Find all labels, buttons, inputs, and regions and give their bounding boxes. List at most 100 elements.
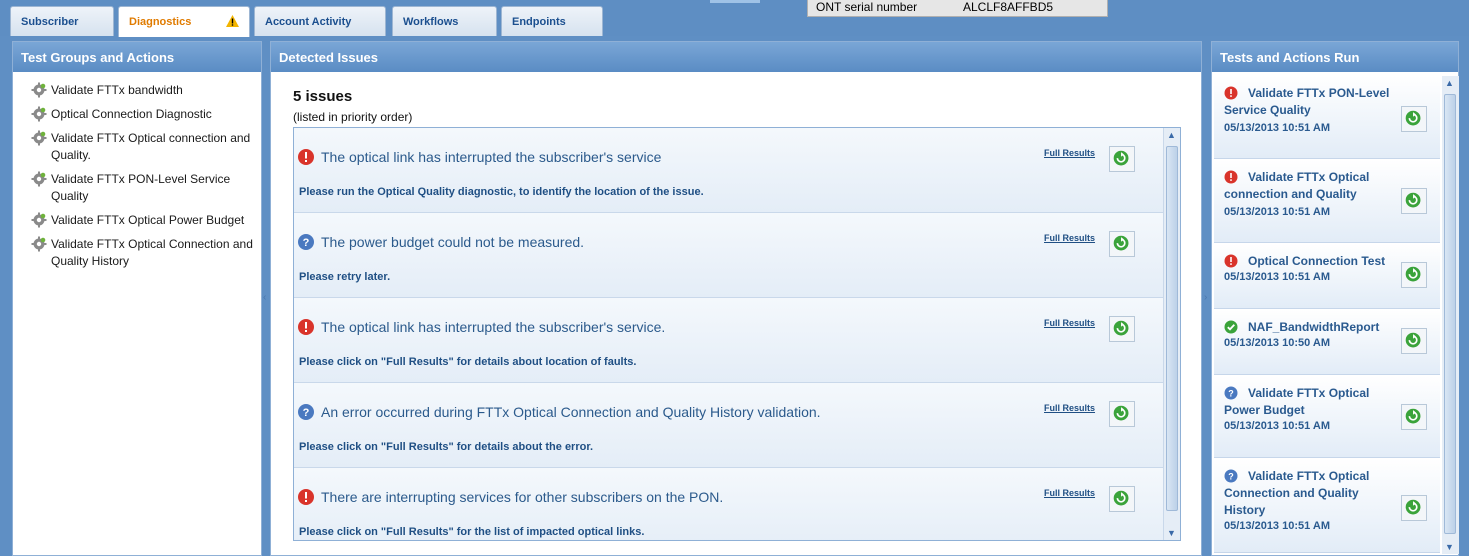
issue-title: There are interrupting services for othe… bbox=[321, 489, 724, 505]
refresh-icon bbox=[1405, 266, 1421, 282]
tab-label: Subscriber bbox=[21, 16, 79, 28]
issues-list: The optical link has interrupted the sub… bbox=[293, 127, 1181, 541]
issues-subtitle: (listed in priority order) bbox=[293, 110, 413, 124]
run-item[interactable]: NAF_BandwidthReport 05/13/2013 10:50 AM bbox=[1214, 310, 1440, 375]
refresh-icon bbox=[1113, 490, 1129, 506]
tab-subscriber[interactable]: Subscriber bbox=[10, 6, 114, 36]
panel-title: Test Groups and Actions bbox=[13, 42, 261, 72]
question-icon: ? bbox=[298, 404, 314, 420]
run-item[interactable]: ? Validate FTTx Optical Power Budget 05/… bbox=[1214, 376, 1440, 458]
run-item[interactable]: Optical Connection Test 05/13/2013 10:51… bbox=[1214, 244, 1440, 309]
rerun-button[interactable] bbox=[1109, 146, 1135, 172]
issue-description: Please click on "Full Results" for the l… bbox=[299, 526, 645, 538]
full-results-link[interactable]: Full Results bbox=[1044, 488, 1095, 498]
full-results-link[interactable]: Full Results bbox=[1044, 403, 1095, 413]
tree-item-label: Validate FTTx Optical Power Budget bbox=[51, 213, 245, 227]
tab-label: Endpoints bbox=[512, 16, 566, 28]
rerun-button[interactable] bbox=[1401, 262, 1427, 288]
run-item-time: 05/13/2013 10:51 AM bbox=[1224, 271, 1330, 283]
refresh-icon bbox=[1113, 405, 1129, 421]
tab-label: Diagnostics bbox=[129, 16, 192, 28]
tab-label: Account Activity bbox=[265, 16, 352, 28]
run-item-name: Validate FTTx PON-Level Service Quality bbox=[1224, 86, 1390, 117]
issue-description: Please click on "Full Results" for detai… bbox=[299, 356, 637, 368]
ont-serial-label: ONT serial number bbox=[816, 0, 918, 14]
tree-item-optical-connection-quality[interactable]: Validate FTTx Optical connection and Qua… bbox=[31, 130, 259, 164]
rerun-button[interactable] bbox=[1401, 495, 1427, 521]
run-item-time: 05/13/2013 10:51 AM bbox=[1224, 206, 1330, 218]
refresh-icon bbox=[1113, 235, 1129, 251]
scroll-down-icon[interactable]: ▼ bbox=[1445, 542, 1454, 552]
run-item-name: Validate FTTx Optical Connection and Qua… bbox=[1224, 469, 1370, 517]
collapse-left-icon[interactable]: ‹ bbox=[263, 292, 266, 303]
issues-count: 5 issues bbox=[293, 88, 353, 105]
rerun-button[interactable] bbox=[1109, 486, 1135, 512]
run-item-name: Validate FTTx Optical Power Budget bbox=[1224, 386, 1370, 417]
refresh-icon bbox=[1405, 110, 1421, 126]
rerun-button[interactable] bbox=[1401, 328, 1427, 354]
collapse-right-icon[interactable]: › bbox=[1204, 292, 1207, 303]
scroll-down-icon[interactable]: ▼ bbox=[1167, 528, 1176, 538]
run-item-time: 05/13/2013 10:51 AM bbox=[1224, 420, 1330, 432]
tab-account-activity[interactable]: Account Activity bbox=[254, 6, 386, 36]
list-item: ? An error occurred during FTTx Optical … bbox=[294, 383, 1164, 468]
issues-scrollbar[interactable]: ▲ ▼ bbox=[1163, 128, 1180, 540]
tests-run-panel: Tests and Actions Run Validate FTTx PON-… bbox=[1211, 41, 1459, 556]
rerun-button[interactable] bbox=[1401, 106, 1427, 132]
panel-title: Tests and Actions Run bbox=[1212, 42, 1458, 72]
list-item: The optical link has interrupted the sub… bbox=[294, 298, 1164, 383]
refresh-icon bbox=[1405, 408, 1421, 424]
tree-item-optical-connection-diagnostic[interactable]: Optical Connection Diagnostic bbox=[31, 106, 259, 123]
rerun-button[interactable] bbox=[1401, 404, 1427, 430]
tab-workflows[interactable]: Workflows bbox=[392, 6, 497, 36]
tab-diagnostics[interactable]: Diagnostics bbox=[118, 6, 250, 37]
tree-item-validate-bandwidth[interactable]: Validate FTTx bandwidth bbox=[31, 82, 259, 99]
tree-item-label: Optical Connection Diagnostic bbox=[51, 107, 212, 121]
tree-item-connection-quality-history[interactable]: Validate FTTx Optical Connection and Qua… bbox=[31, 236, 259, 270]
ont-serial-box: ONT serial number ALCLF8AFFBD5 bbox=[807, 0, 1108, 17]
gear-icon bbox=[31, 106, 47, 122]
run-item[interactable]: Validate FTTx PON-Level Service Quality … bbox=[1214, 76, 1440, 159]
run-item-name: Validate FTTx Optical connection and Qua… bbox=[1224, 170, 1370, 201]
refresh-icon bbox=[1405, 192, 1421, 208]
rerun-button[interactable] bbox=[1109, 401, 1135, 427]
error-icon bbox=[298, 319, 314, 335]
tree-item-power-budget[interactable]: Validate FTTx Optical Power Budget bbox=[31, 212, 259, 229]
svg-text:?: ? bbox=[303, 237, 310, 249]
scrollbar-thumb[interactable] bbox=[1444, 94, 1456, 534]
issue-title: The optical link has interrupted the sub… bbox=[321, 319, 666, 335]
gear-icon bbox=[31, 171, 47, 187]
tests-run-scrollbar[interactable]: ▲ ▼ bbox=[1442, 76, 1459, 554]
scroll-up-icon[interactable]: ▲ bbox=[1445, 78, 1454, 88]
run-item-name: Optical Connection Test bbox=[1248, 254, 1386, 268]
issue-title: The power budget could not be measured. bbox=[321, 234, 585, 250]
run-item-time: 05/13/2013 10:51 AM bbox=[1224, 122, 1330, 134]
question-icon: ? bbox=[298, 234, 314, 250]
gear-icon bbox=[31, 130, 47, 146]
tab-strip-accent bbox=[710, 0, 760, 3]
full-results-link[interactable]: Full Results bbox=[1044, 148, 1095, 158]
tree-item-pon-level-service[interactable]: Validate FTTx PON-Level Service Quality bbox=[31, 171, 259, 205]
warning-icon bbox=[226, 15, 239, 27]
run-item[interactable]: ? Validate FTTx Optical Connection and Q… bbox=[1214, 459, 1440, 553]
scroll-up-icon[interactable]: ▲ bbox=[1167, 130, 1176, 140]
list-item: There are interrupting services for othe… bbox=[294, 468, 1164, 540]
rerun-button[interactable] bbox=[1109, 231, 1135, 257]
refresh-icon bbox=[1113, 150, 1129, 166]
tab-bar: Subscriber Diagnostics Account Activity … bbox=[0, 0, 1469, 37]
issue-title: An error occurred during FTTx Optical Co… bbox=[321, 404, 821, 420]
full-results-link[interactable]: Full Results bbox=[1044, 233, 1095, 243]
tab-endpoints[interactable]: Endpoints bbox=[501, 6, 603, 36]
scrollbar-thumb[interactable] bbox=[1166, 146, 1178, 511]
detected-issues-panel: Detected Issues 5 issues (listed in prio… bbox=[270, 41, 1202, 556]
rerun-button[interactable] bbox=[1109, 316, 1135, 342]
gear-icon bbox=[31, 212, 47, 228]
full-results-link[interactable]: Full Results bbox=[1044, 318, 1095, 328]
panel-title: Detected Issues bbox=[271, 42, 1201, 72]
tree-item-label: Validate FTTx Optical connection and Qua… bbox=[51, 131, 251, 162]
rerun-button[interactable] bbox=[1401, 188, 1427, 214]
refresh-icon bbox=[1405, 499, 1421, 515]
test-groups-panel: Test Groups and Actions Validate FTTx ba… bbox=[12, 41, 262, 556]
svg-text:?: ? bbox=[303, 407, 310, 419]
run-item[interactable]: Validate FTTx Optical connection and Qua… bbox=[1214, 160, 1440, 243]
